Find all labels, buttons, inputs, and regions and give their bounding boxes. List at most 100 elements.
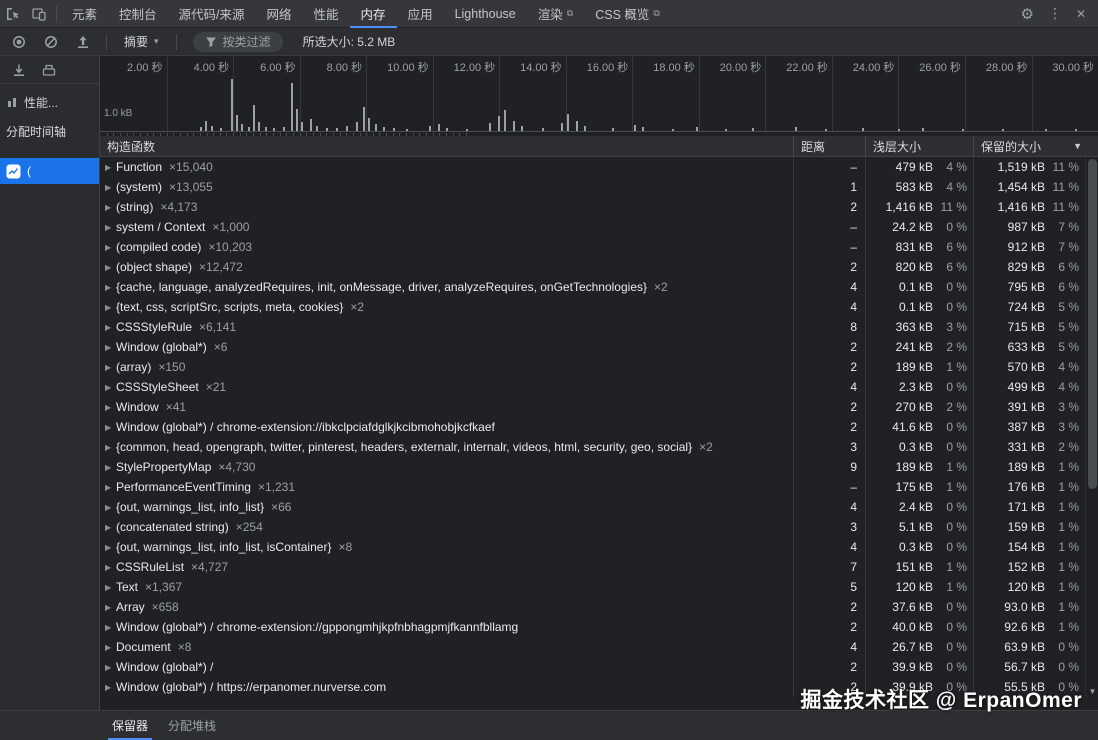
shallow-size-cell: 2.4 kB0 % bbox=[865, 497, 973, 517]
device-toolbar-icon[interactable] bbox=[26, 0, 52, 28]
column-header-retained-size[interactable]: 保留的大小 ▼ bbox=[973, 136, 1098, 156]
table-row[interactable]: ▶Window (global*) /239.9 kB0 %56.7 kB0 % bbox=[100, 657, 1085, 677]
table-row[interactable]: ▶(compiled code)×10,203–831 kB6 %912 kB7… bbox=[100, 237, 1085, 257]
disclosure-triangle-icon[interactable]: ▶ bbox=[100, 523, 113, 532]
table-row[interactable]: ▶{common, head, opengraph, twitter, pint… bbox=[100, 437, 1085, 457]
retained-size-percent: 1 % bbox=[1045, 520, 1085, 534]
close-icon[interactable]: ✕ bbox=[1076, 7, 1086, 21]
tab-sources[interactable]: 源代码/来源 bbox=[168, 0, 256, 28]
disclosure-triangle-icon[interactable]: ▶ bbox=[100, 303, 113, 312]
disclosure-triangle-icon[interactable]: ▶ bbox=[100, 223, 113, 232]
disclosure-triangle-icon[interactable]: ▶ bbox=[100, 643, 113, 652]
retained-size-cell: 633 kB5 % bbox=[973, 337, 1085, 357]
sidebar-item-performance-profile[interactable]: 性能... bbox=[0, 90, 99, 114]
shallow-size-cell: 831 kB6 % bbox=[865, 237, 973, 257]
table-row[interactable]: ▶(object shape)×12,4722820 kB6 %829 kB6 … bbox=[100, 257, 1085, 277]
shallow-size-percent: 0 % bbox=[933, 660, 973, 674]
table-row[interactable]: ▶(concatenated string)×25435.1 kB0 %159 … bbox=[100, 517, 1085, 537]
disclosure-triangle-icon[interactable]: ▶ bbox=[100, 543, 113, 552]
constructor-name: StylePropertyMap bbox=[116, 460, 211, 474]
disclosure-triangle-icon[interactable]: ▶ bbox=[100, 403, 113, 412]
disclosure-triangle-icon[interactable]: ▶ bbox=[100, 463, 113, 472]
class-filter-input[interactable]: 按类过滤 bbox=[193, 32, 283, 52]
disclosure-triangle-icon[interactable]: ▶ bbox=[100, 183, 113, 192]
disclosure-triangle-icon[interactable]: ▶ bbox=[100, 383, 113, 392]
column-header-shallow-size[interactable]: 浅层大小 bbox=[865, 136, 973, 156]
table-row[interactable]: ▶Window (global*)×62241 kB2 %633 kB5 % bbox=[100, 337, 1085, 357]
shallow-size-percent: 4 % bbox=[933, 160, 973, 174]
table-row[interactable]: ▶{cache, language, analyzedRequires, ini… bbox=[100, 277, 1085, 297]
tab-application[interactable]: 应用 bbox=[397, 0, 444, 28]
disclosure-triangle-icon[interactable]: ▶ bbox=[100, 683, 113, 692]
table-row[interactable]: ▶(array)×1502189 kB1 %570 kB4 % bbox=[100, 357, 1085, 377]
disclosure-triangle-icon[interactable]: ▶ bbox=[100, 423, 113, 432]
disclosure-triangle-icon[interactable]: ▶ bbox=[100, 663, 113, 672]
disclosure-triangle-icon[interactable]: ▶ bbox=[100, 503, 113, 512]
save-profile-icon[interactable] bbox=[12, 63, 26, 77]
tab-elements[interactable]: 元素 bbox=[61, 0, 108, 28]
shallow-size-percent: 0 % bbox=[933, 620, 973, 634]
table-row[interactable]: ▶Array×658237.6 kB0 %93.0 kB1 % bbox=[100, 597, 1085, 617]
timeline-bar bbox=[363, 107, 365, 131]
sidebar-item-timeline-snapshot[interactable]: ( bbox=[0, 158, 99, 184]
compare-snapshots-icon[interactable] bbox=[42, 63, 56, 77]
bottom-tab-allocation-stack[interactable]: 分配堆栈 bbox=[158, 711, 226, 740]
scrollbar-thumb[interactable] bbox=[1088, 159, 1097, 489]
disclosure-triangle-icon[interactable]: ▶ bbox=[100, 603, 113, 612]
more-menu-icon[interactable]: ⋮ bbox=[1048, 5, 1062, 22]
table-row[interactable]: ▶CSSRuleList×4,7277151 kB1 %152 kB1 % bbox=[100, 557, 1085, 577]
table-row[interactable]: ▶Window (global*) / chrome-extension://i… bbox=[100, 417, 1085, 437]
clear-profiles-icon[interactable] bbox=[40, 31, 62, 53]
table-row[interactable]: ▶{out, warnings_list, info_list}×6642.4 … bbox=[100, 497, 1085, 517]
table-row[interactable]: ▶(string)×4,17321,416 kB11 %1,416 kB11 % bbox=[100, 197, 1085, 217]
table-row[interactable]: ▶{out, warnings_list, info_list, isConta… bbox=[100, 537, 1085, 557]
disclosure-triangle-icon[interactable]: ▶ bbox=[100, 343, 113, 352]
table-row[interactable]: ▶PerformanceEventTiming×1,231–175 kB1 %1… bbox=[100, 477, 1085, 497]
bottom-tab-retainers[interactable]: 保留器 bbox=[102, 711, 158, 740]
disclosure-triangle-icon[interactable]: ▶ bbox=[100, 623, 113, 632]
tab-css-overview[interactable]: CSS 概览⧉ bbox=[584, 0, 671, 28]
table-row[interactable]: ▶Function×15,040–479 kB4 %1,519 kB11 % bbox=[100, 157, 1085, 177]
vertical-scrollbar[interactable]: ▼ bbox=[1085, 157, 1098, 697]
tab-lighthouse[interactable]: Lighthouse bbox=[444, 0, 527, 28]
table-row[interactable]: ▶system / Context×1,000–24.2 kB0 %987 kB… bbox=[100, 217, 1085, 237]
table-row[interactable]: ▶Window×412270 kB2 %391 kB3 % bbox=[100, 397, 1085, 417]
disclosure-triangle-icon[interactable]: ▶ bbox=[100, 203, 113, 212]
constructor-name: CSSStyleRule bbox=[116, 320, 192, 334]
disclosure-triangle-icon[interactable]: ▶ bbox=[100, 263, 113, 272]
disclosure-triangle-icon[interactable]: ▶ bbox=[100, 483, 113, 492]
scroll-down-icon[interactable]: ▼ bbox=[1086, 687, 1098, 696]
disclosure-triangle-icon[interactable]: ▶ bbox=[100, 363, 113, 372]
load-profile-icon[interactable] bbox=[72, 31, 94, 53]
retained-size-percent: 1 % bbox=[1045, 480, 1085, 494]
table-row[interactable]: ▶{text, css, scriptSrc, scripts, meta, c… bbox=[100, 297, 1085, 317]
retained-size-percent: 1 % bbox=[1045, 600, 1085, 614]
disclosure-triangle-icon[interactable]: ▶ bbox=[100, 443, 113, 452]
inspect-element-icon[interactable] bbox=[0, 0, 26, 28]
record-heap-icon[interactable] bbox=[8, 31, 30, 53]
instance-count: ×15,040 bbox=[169, 160, 213, 174]
table-row[interactable]: ▶Text×1,3675120 kB1 %120 kB1 % bbox=[100, 577, 1085, 597]
allocation-timeline[interactable]: 1.0 kB 2.00 秒4.00 秒6.00 秒8.00 秒10.00 秒12… bbox=[100, 56, 1098, 136]
gear-icon[interactable]: ⚙ bbox=[1020, 5, 1033, 23]
table-row[interactable]: ▶CSSStyleSheet×2142.3 kB0 %499 kB4 % bbox=[100, 377, 1085, 397]
tab-console[interactable]: 控制台 bbox=[108, 0, 168, 28]
view-select[interactable]: 摘要 ▾ bbox=[119, 31, 164, 52]
tab-performance[interactable]: 性能 bbox=[303, 0, 350, 28]
column-header-distance[interactable]: 距离 bbox=[793, 136, 865, 156]
tab-memory[interactable]: 内存 bbox=[350, 0, 397, 28]
disclosure-triangle-icon[interactable]: ▶ bbox=[100, 563, 113, 572]
table-row[interactable]: ▶(system)×13,0551583 kB4 %1,454 kB11 % bbox=[100, 177, 1085, 197]
table-row[interactable]: ▶CSSStyleRule×6,1418363 kB3 %715 kB5 % bbox=[100, 317, 1085, 337]
disclosure-triangle-icon[interactable]: ▶ bbox=[100, 243, 113, 252]
disclosure-triangle-icon[interactable]: ▶ bbox=[100, 163, 113, 172]
column-header-constructor[interactable]: 构造函数 bbox=[100, 136, 793, 156]
table-row[interactable]: ▶Document×8426.7 kB0 %63.9 kB0 % bbox=[100, 637, 1085, 657]
table-row[interactable]: ▶StylePropertyMap×4,7309189 kB1 %189 kB1… bbox=[100, 457, 1085, 477]
disclosure-triangle-icon[interactable]: ▶ bbox=[100, 283, 113, 292]
tab-network[interactable]: 网络 bbox=[256, 0, 303, 28]
disclosure-triangle-icon[interactable]: ▶ bbox=[100, 323, 113, 332]
disclosure-triangle-icon[interactable]: ▶ bbox=[100, 583, 113, 592]
tab-rendering[interactable]: 渲染⧉ bbox=[527, 0, 584, 28]
table-row[interactable]: ▶Window (global*) / chrome-extension://g… bbox=[100, 617, 1085, 637]
